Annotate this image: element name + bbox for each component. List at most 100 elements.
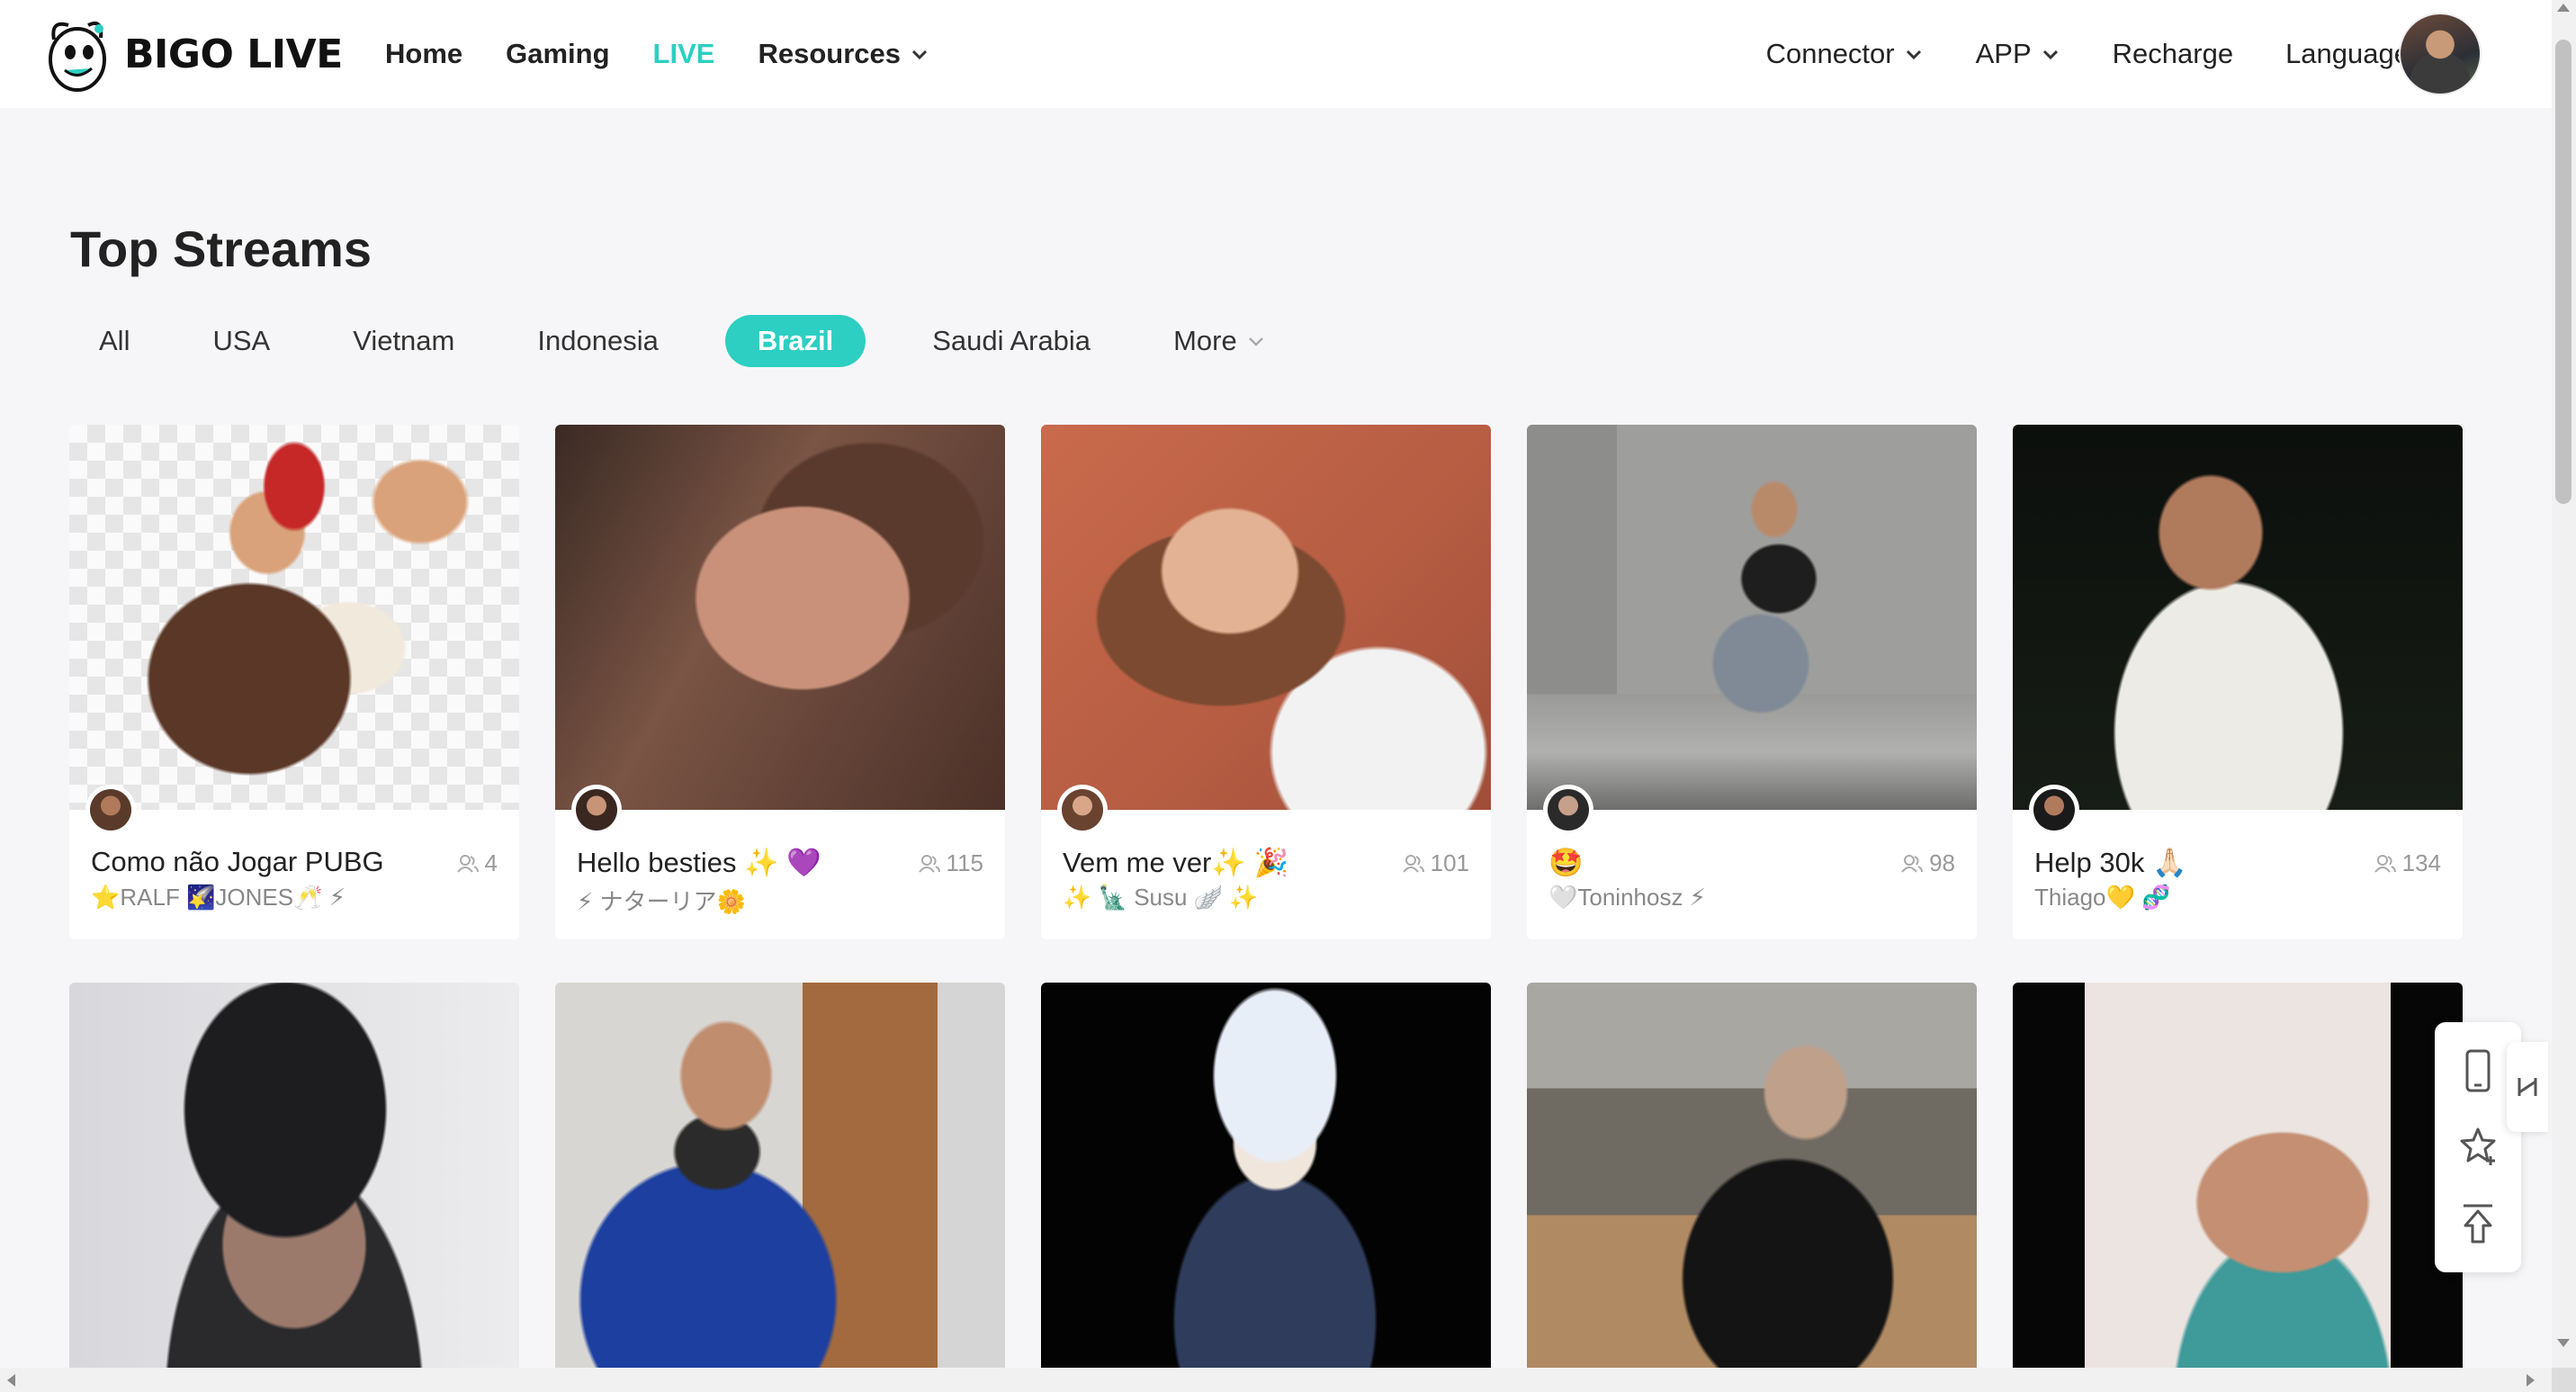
stream-card[interactable]: Vem me ver✨ 🎉 101 ✨ 🗽 Susu 🪽 ✨ xyxy=(1041,425,1491,939)
host-avatar[interactable] xyxy=(571,785,622,835)
user-avatar[interactable] xyxy=(2399,13,2482,95)
chevron-down-icon xyxy=(1906,49,1921,60)
host-name: ⚡ ナターリア🌼 xyxy=(577,888,746,915)
scroll-down-arrow-icon[interactable] xyxy=(2557,1339,2570,1347)
host-avatar[interactable] xyxy=(85,785,136,835)
phone-icon[interactable] xyxy=(2456,1046,2500,1096)
nav-app[interactable]: APP xyxy=(1976,38,2060,70)
nav-language-label: Language xyxy=(2285,38,2410,69)
host-avatar[interactable] xyxy=(1543,785,1593,835)
tab-all[interactable]: All xyxy=(70,315,146,367)
viewer-count-value: 101 xyxy=(1430,849,1469,876)
viewer-count-value: 115 xyxy=(946,849,983,876)
stream-thumbnail xyxy=(69,425,519,810)
host-avatar[interactable] xyxy=(1057,785,1108,835)
tab-indonesia[interactable]: Indonesia xyxy=(521,315,674,367)
tab-brazil[interactable]: Brazil xyxy=(724,315,866,367)
viewers-icon xyxy=(2374,854,2396,873)
viewer-count: 98 xyxy=(1900,849,1955,877)
tab-vietnam-label: Vietnam xyxy=(353,325,455,356)
tab-indonesia-label: Indonesia xyxy=(537,325,659,356)
host-name: ✨ 🗽 Susu 🪽 ✨ xyxy=(1063,884,1259,911)
tab-more[interactable]: More xyxy=(1157,315,1282,367)
stream-card[interactable]: 🤩 98 🤍Toninhosz ⚡ xyxy=(1527,425,1977,939)
scroll-left-arrow-icon[interactable] xyxy=(7,1374,15,1387)
nav-connector-label: Connector xyxy=(1765,38,1895,69)
region-tabs: All USA Vietnam Indonesia Brazil Saudi A… xyxy=(70,313,1333,369)
vertical-scrollbar[interactable] xyxy=(2552,0,2576,1392)
logo-text: BIGO LIVE xyxy=(124,31,343,77)
stream-thumbnail xyxy=(1041,425,1491,810)
nav-recharge-label: Recharge xyxy=(2112,38,2234,69)
bigo-logo[interactable]: BIGO LIVE xyxy=(41,13,343,95)
stream-thumbnail xyxy=(2013,983,2463,1392)
collapse-toolbar-tab[interactable] xyxy=(2507,1042,2548,1132)
chevron-down-icon xyxy=(911,49,928,60)
stream-card[interactable] xyxy=(555,983,1005,1392)
stream-title: 🤩 xyxy=(1548,847,1584,878)
nav-language[interactable]: Language xyxy=(2285,38,2410,70)
nav-home[interactable]: Home xyxy=(385,38,462,70)
tab-usa[interactable]: USA xyxy=(196,315,286,367)
stream-title: Hello besties ✨ 💜 xyxy=(577,847,821,878)
stream-card[interactable] xyxy=(69,983,519,1392)
viewer-count-value: 98 xyxy=(1929,849,1955,876)
host-name: 🤍Toninhosz ⚡ xyxy=(1548,884,1706,911)
nav-home-label: Home xyxy=(385,38,463,69)
chevron-down-icon xyxy=(1248,337,1263,346)
viewers-icon xyxy=(456,854,479,873)
nav-gaming[interactable]: Gaming xyxy=(506,38,609,70)
scrollbar-corner xyxy=(2552,1368,2576,1392)
nav-resources[interactable]: Resources xyxy=(758,38,929,70)
stream-title: Como não Jogar PUBG xyxy=(91,846,384,877)
viewer-count: 134 xyxy=(2374,849,2441,877)
nav-live[interactable]: LIVE xyxy=(653,38,715,70)
stream-card[interactable]: Como não Jogar PUBG 4 ⭐RALF 🌠JONES🥂 ⚡ xyxy=(69,425,519,939)
nav-resources-label: Resources xyxy=(758,38,901,69)
tab-saudi-arabia[interactable]: Saudi Arabia xyxy=(916,315,1107,367)
tab-usa-label: USA xyxy=(212,325,271,356)
scroll-right-arrow-icon[interactable] xyxy=(2527,1374,2535,1387)
secondary-nav: Connector APP Recharge Language xyxy=(1766,0,2410,108)
stream-thumbnail xyxy=(1527,425,1977,810)
host-name: ⭐RALF 🌠JONES🥂 ⚡ xyxy=(91,884,346,911)
stream-card[interactable]: Hello besties ✨ 💜 115 ⚡ ナターリア🌼 xyxy=(555,425,1005,939)
viewers-icon xyxy=(918,854,940,873)
tab-brazil-label: Brazil xyxy=(757,325,834,356)
stream-title: Vem me ver✨ 🎉 xyxy=(1063,847,1289,878)
viewers-icon xyxy=(1901,854,1924,873)
viewer-count-value: 134 xyxy=(2401,849,2441,876)
viewer-count: 115 xyxy=(918,849,983,877)
collapse-arrows-icon xyxy=(2518,1078,2537,1096)
top-header: BIGO LIVE Home Gaming LIVE Resources Con… xyxy=(0,0,2552,108)
stream-title: Help 30k 🙏🏻 xyxy=(2034,847,2187,878)
nav-connector[interactable]: Connector xyxy=(1766,38,1924,70)
tab-saudi-arabia-label: Saudi Arabia xyxy=(932,325,1091,356)
stream-thumbnail xyxy=(69,983,519,1392)
back-to-top-icon[interactable] xyxy=(2456,1199,2500,1249)
tab-more-label: More xyxy=(1173,325,1237,356)
stream-card[interactable] xyxy=(1527,983,1977,1392)
host-avatar[interactable] xyxy=(2029,785,2079,835)
chevron-down-icon xyxy=(2042,49,2058,60)
nav-recharge[interactable]: Recharge xyxy=(2113,38,2233,70)
viewer-count: 4 xyxy=(456,849,498,877)
stream-thumbnail xyxy=(1527,983,1977,1392)
nav-live-label: LIVE xyxy=(652,38,715,69)
host-name: Thiago💛 🧬 xyxy=(2034,884,2171,911)
stream-thumbnail xyxy=(555,425,1005,810)
stream-thumbnail xyxy=(555,983,1005,1392)
viewer-count: 101 xyxy=(1402,849,1469,877)
scrollbar-thumb[interactable] xyxy=(2555,40,2572,504)
star-plus-icon[interactable] xyxy=(2456,1122,2500,1172)
stream-card[interactable] xyxy=(2013,983,2463,1392)
nav-app-label: APP xyxy=(1975,38,2032,69)
tab-vietnam[interactable]: Vietnam xyxy=(337,315,471,367)
stream-thumbnail xyxy=(1041,983,1491,1392)
horizontal-scrollbar[interactable] xyxy=(0,1368,2552,1392)
stream-card[interactable]: Help 30k 🙏🏻 134 Thiago💛 🧬 xyxy=(2013,425,2463,939)
viewer-count-value: 4 xyxy=(484,849,498,876)
stream-card[interactable] xyxy=(1041,983,1491,1392)
scroll-up-arrow-icon[interactable] xyxy=(2557,4,2570,12)
primary-nav: Home Gaming LIVE Resources xyxy=(385,0,929,108)
